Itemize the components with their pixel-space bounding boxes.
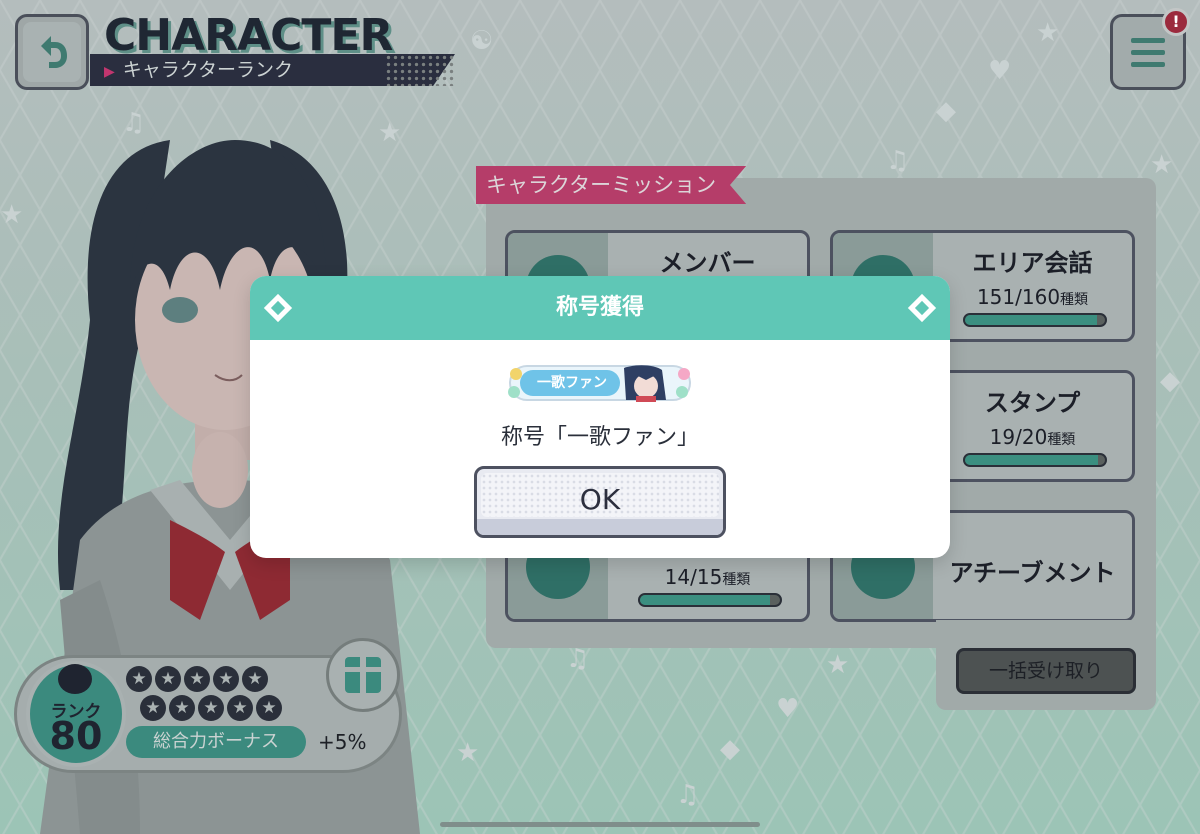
ok-button[interactable]: OK	[474, 466, 726, 538]
dialog-message: 称号「一歌ファン」	[500, 425, 699, 450]
title-plate-text: 一歌ファン	[537, 375, 607, 391]
title-acquired-dialog: 称号獲得 一歌ファン 称号「一歌ファン」 OK	[250, 276, 950, 558]
app-screen: ☯ ♫ ★ ◆ ★ ♥ ★ ◆ ◆ ★ ♫ ♫ ♥ ★ ♫ ★ CHARACTE…	[0, 0, 1200, 834]
ok-button-label: OK	[579, 483, 621, 516]
dialog-title: 称号獲得	[555, 295, 644, 320]
